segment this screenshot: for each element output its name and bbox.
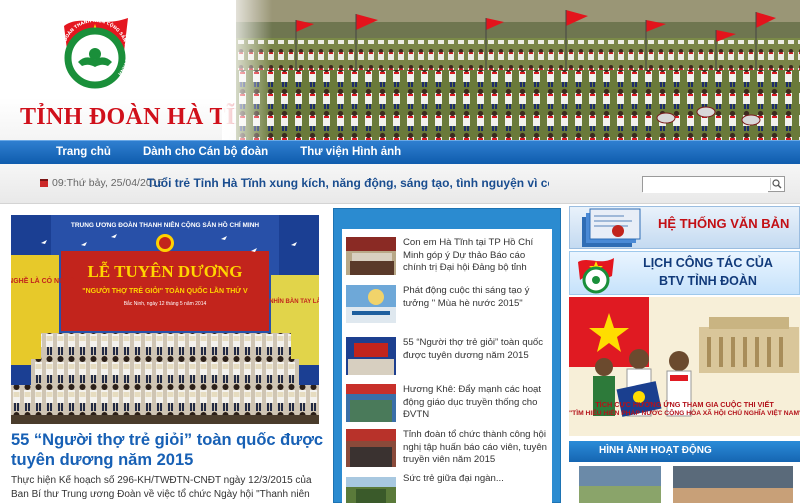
- work-schedule-banner[interactable]: LỊCH CÔNG TÁC CỦA BTV TỈNH ĐOÀN: [569, 251, 800, 295]
- search-icon: [772, 179, 782, 189]
- main-nav: Trang chủ Dành cho Cán bộ đoàn Thư viện …: [0, 140, 800, 164]
- poster-caption: TÍCH CỰC HƯỞNG ỨNG THAM GIA CUỘC THI VIẾ…: [569, 400, 800, 434]
- work-schedule-title-line2: BTV TỈNH ĐOÀN: [659, 274, 757, 288]
- news-ticker-headline[interactable]: Tuổi trẻ Tỉnh Hà Tĩnh xung kích, năng độ…: [147, 176, 549, 190]
- right-sign-text: NHÌN BÀN TAY LÀ: [269, 297, 319, 305]
- activity-photos-header[interactable]: HÌNH ẢNH HOẠT ĐỘNG: [569, 441, 800, 462]
- news-item-title[interactable]: 55 “Người thợ trẻ giỏi” toàn quốc được t…: [403, 337, 550, 362]
- right-sidebar: HỆ THỐNG VĂN BẢN LỊCH CÔNG TÁC CỦA BTV T…: [567, 204, 800, 503]
- header-banner-image: [236, 0, 800, 140]
- news-thumbnail[interactable]: [346, 473, 396, 503]
- news-item-title[interactable]: Phát động cuộc thi sáng tạo ý tưởng " Mù…: [403, 285, 550, 310]
- featured-article-image[interactable]: TRUNG ƯƠNG ĐOÀN THANH NIÊN CỘNG SẢN HỒ C…: [11, 215, 319, 424]
- document-system-banner[interactable]: HỆ THỐNG VĂN BẢN: [569, 206, 800, 249]
- activity-photos-title: HÌNH ẢNH HOẠT ĐỘNG: [599, 445, 712, 456]
- work-schedule-title-line1: LỊCH CÔNG TÁC CỦA: [643, 256, 773, 270]
- banner-fade: [222, 0, 272, 140]
- news-item[interactable]: Con em Hà Tĩnh tại TP Hồ Chí Minh góp ý …: [342, 235, 552, 278]
- featured-article-description: Thực hiện Kế hoạch số 296-KH/TWĐTN-CNĐT …: [11, 475, 312, 500]
- backdrop-main-text: LỄ TUYÊN DƯƠNG: [88, 262, 243, 281]
- logo-area: ĐOÀN THANH NIÊN CỘNG SẢN HỒ CHÍ MINH TỈN…: [0, 0, 272, 140]
- news-thumbnail[interactable]: [346, 285, 396, 323]
- news-item-title[interactable]: Hương Khê: Đẩy mạnh các hoạt động giáo d…: [403, 384, 550, 422]
- news-thumbnail[interactable]: [346, 384, 396, 422]
- nav-item-for-officers[interactable]: Dành cho Cán bộ đoàn: [127, 141, 284, 165]
- news-item-title[interactable]: Sức trẻ giữa đại ngàn...: [403, 473, 550, 486]
- search-box: [642, 176, 785, 193]
- youth-union-logo[interactable]: ĐOÀN THANH NIÊN CỘNG SẢN HỒ CHÍ MINH: [50, 8, 140, 98]
- news-item-title[interactable]: Con em Hà Tĩnh tại TP Hồ Chí Minh góp ý …: [403, 237, 550, 275]
- news-thumbnail[interactable]: [346, 429, 396, 467]
- news-list-panel: Con em Hà Tĩnh tại TP Hồ Chí Minh góp ý …: [333, 208, 561, 503]
- nav-items: Trang chủ Dành cho Cán bộ đoàn Thư viện …: [40, 141, 417, 165]
- news-list: Con em Hà Tĩnh tại TP Hồ Chí Minh góp ý …: [342, 229, 552, 503]
- news-thumbnail[interactable]: [346, 237, 396, 275]
- news-item-title[interactable]: Tỉnh đoàn tổ chức thành công hội nghị tậ…: [403, 429, 550, 467]
- document-stack-icon: [582, 208, 641, 247]
- document-system-title: HỆ THỐNG VĂN BẢN: [658, 216, 790, 231]
- news-thumbnail[interactable]: [346, 337, 396, 375]
- news-item[interactable]: Phát động cuộc thi sáng tạo ý tưởng " Mù…: [342, 283, 552, 326]
- search-input[interactable]: [643, 178, 768, 193]
- poster-caption-line1: TÍCH CỰC HƯỞNG ỨNG THAM GIA CUỘC THI VIẾ…: [595, 400, 774, 409]
- youth-union-badge-icon: [578, 258, 614, 294]
- nav-item-home[interactable]: Trang chủ: [40, 141, 127, 165]
- news-item[interactable]: Hương Khê: Đẩy mạnh các hoạt động giáo d…: [342, 382, 552, 425]
- activity-photos-thumbnail[interactable]: [569, 464, 800, 503]
- search-button[interactable]: [770, 178, 783, 190]
- news-item[interactable]: Sức trẻ giữa đại ngàn...: [342, 471, 552, 503]
- backdrop-date-text: Bắc Ninh, ngày 12 tháng 5 năm 2014: [124, 300, 207, 307]
- featured-article: TRUNG ƯƠNG ĐOÀN THANH NIÊN CỘNG SẢN HỒ C…: [0, 204, 330, 503]
- news-item[interactable]: 55 “Người thợ trẻ giỏi” toàn quốc được t…: [342, 335, 552, 378]
- ticker-bar: 09:Thứ bảy, 25/04/2015 Tuổi trẻ Tỉnh Hà …: [0, 164, 800, 204]
- news-item[interactable]: Tỉnh đoàn tổ chức thành công hội nghị tậ…: [342, 427, 552, 470]
- site-header: ĐOÀN THANH NIÊN CỘNG SẢN HỒ CHÍ MINH TỈN…: [0, 0, 800, 140]
- calendar-icon: [40, 179, 48, 187]
- featured-article-title[interactable]: 55 “Người thợ trẻ giỏi” toàn quốc được t…: [11, 430, 326, 470]
- nav-item-photo-library[interactable]: Thư viện Hình ảnh: [284, 141, 417, 165]
- poster-caption-line2: "TÌM HIỂU HIẾN PHÁP NƯỚC CỘNG HÒA XÃ HỘI…: [569, 410, 800, 417]
